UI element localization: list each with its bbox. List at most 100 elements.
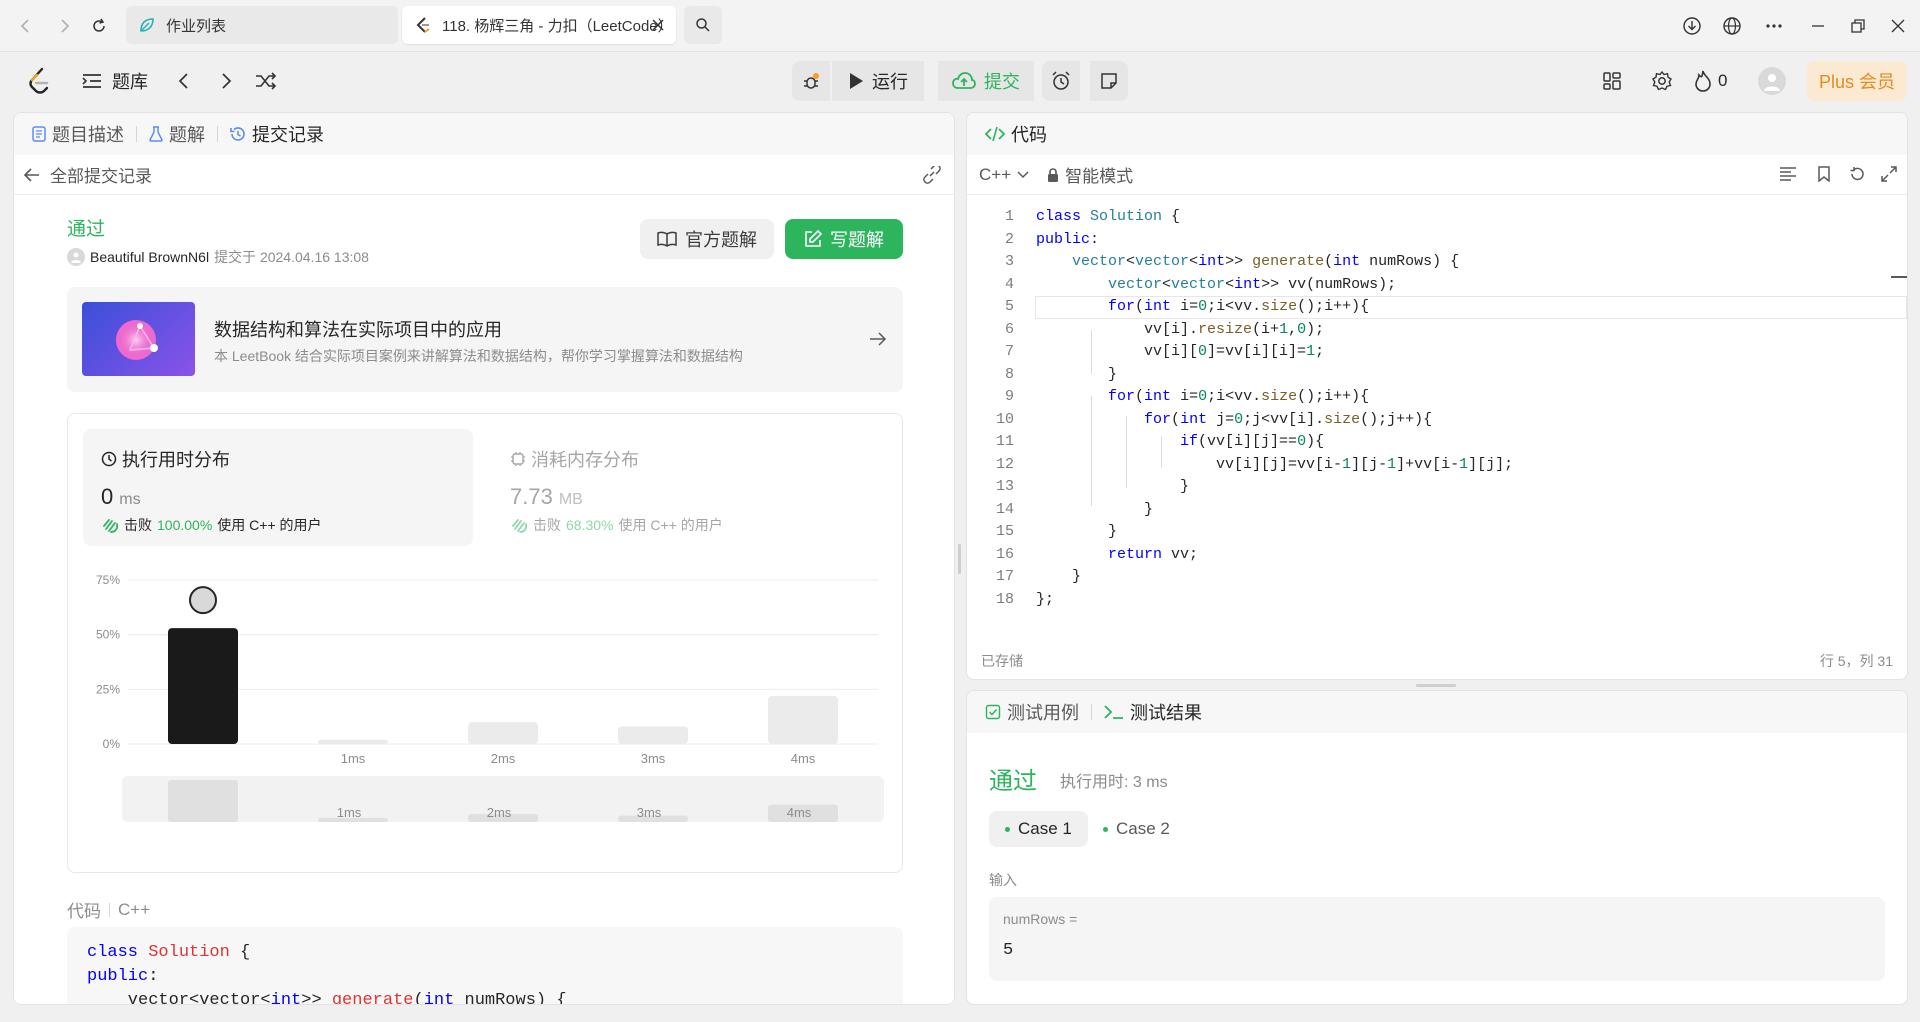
avatar[interactable] bbox=[1758, 67, 1786, 95]
next-problem-icon[interactable] bbox=[214, 65, 238, 97]
button-label: 写题解 bbox=[830, 230, 884, 250]
line-number: 6 bbox=[1004, 320, 1014, 338]
settings-gear-icon[interactable] bbox=[1648, 65, 1676, 97]
note-button[interactable] bbox=[1090, 61, 1128, 101]
code-line[interactable]: 12 vv[i][j]=vv[i-1][j-1]+vv[i-1][j]; bbox=[967, 454, 1907, 477]
code-line[interactable]: 13 } bbox=[967, 476, 1907, 499]
input-label: 输入 bbox=[989, 872, 1017, 888]
reset-icon[interactable] bbox=[1849, 166, 1865, 182]
browser-tab-homework[interactable]: 作业列表 bbox=[126, 6, 398, 44]
leetcode-logo-icon[interactable] bbox=[26, 65, 54, 97]
brush-tick-label: 2ms bbox=[487, 805, 512, 820]
code-line[interactable]: 4 vector<vector<int>> vv(numRows); bbox=[967, 274, 1907, 297]
arrow-right-icon bbox=[869, 331, 887, 347]
all-submissions-link[interactable]: 全部提交记录 bbox=[50, 162, 152, 187]
fullscreen-icon[interactable] bbox=[1881, 166, 1897, 182]
browser-tab-leetcode[interactable]: 118. 杨辉三角 - 力扣（LeetCode） bbox=[402, 6, 676, 44]
code-editor[interactable]: 1 class Solution {2 public: 3 vector<vector… bbox=[967, 206, 1907, 608]
code-line[interactable]: 8 } bbox=[967, 364, 1907, 387]
tab-result[interactable]: 测试结果 bbox=[1096, 699, 1210, 725]
shuffle-icon[interactable] bbox=[253, 65, 279, 97]
brush-bar bbox=[168, 780, 238, 822]
runtime-distribution-chart[interactable]: 75% 50% 25% 0% 1ms 2ms 3ms 4ms 1ms 2ms 3ms 4ms bbox=[68, 554, 902, 872]
leetbook-promo-card[interactable]: 数据结构和算法在实际项目中的应用 本 LeetBook 结合实际项目案例来讲解算… bbox=[67, 287, 903, 392]
code-line[interactable]: 11 if(vv[i][j]==0){ bbox=[967, 431, 1907, 454]
run-button[interactable]: 运行 bbox=[832, 61, 924, 101]
case-tab-1[interactable]: Case 1 bbox=[989, 811, 1088, 847]
tab-submissions[interactable]: 提交记录 bbox=[222, 121, 332, 147]
code-line[interactable]: 9 for(int i=0;i<vv.size();i++){ bbox=[967, 386, 1907, 409]
official-solution-button[interactable]: 官方题解 bbox=[640, 219, 774, 259]
arrow-left-icon[interactable] bbox=[24, 167, 40, 182]
username[interactable]: Beautiful BrownN6l bbox=[90, 249, 209, 265]
runtime-card[interactable]: 执行用时分布 0 ms 击败 100.00% 使用 C++ 的用户 bbox=[83, 429, 473, 546]
code-line[interactable]: 5 for(int i=0;i<vv.size();i++){ bbox=[967, 296, 1907, 319]
leetcode-logo-icon bbox=[414, 16, 432, 34]
code-line[interactable]: 15 } bbox=[967, 521, 1907, 544]
link-icon[interactable] bbox=[922, 166, 942, 184]
plus-membership-button[interactable]: Plus 会员 bbox=[1807, 61, 1907, 101]
problem-list-button[interactable]: 题库 bbox=[82, 65, 148, 97]
bookmark-icon[interactable] bbox=[1817, 166, 1831, 182]
close-window-icon[interactable] bbox=[1886, 14, 1910, 38]
panel-resize-handle-vertical[interactable] bbox=[958, 544, 961, 574]
back-icon[interactable] bbox=[14, 14, 38, 38]
tab-testcase[interactable]: 测试用例 bbox=[977, 699, 1087, 725]
line-content: for(int i=0;i<vv.size();i++){ bbox=[1108, 388, 1370, 405]
debug-button[interactable] bbox=[792, 61, 830, 101]
streak-counter[interactable]: 0 bbox=[1694, 65, 1727, 97]
prev-problem-icon[interactable] bbox=[172, 65, 196, 97]
param-name: numRows = bbox=[1003, 911, 1078, 927]
tab-description[interactable]: 题目描述 bbox=[24, 121, 132, 147]
more-icon[interactable] bbox=[1762, 14, 1786, 38]
document-icon bbox=[32, 126, 46, 142]
format-icon[interactable] bbox=[1779, 166, 1797, 182]
line-content: for(int i=0;i<vv.size();i++){ bbox=[1108, 298, 1370, 315]
x-tick-label: 1ms bbox=[341, 751, 366, 766]
case-label: Case 2 bbox=[1116, 819, 1170, 838]
layout-icon[interactable] bbox=[1598, 65, 1626, 97]
smart-mode-toggle[interactable]: 智能模式 bbox=[1047, 162, 1133, 187]
language-select[interactable]: C++ bbox=[979, 165, 1029, 185]
timer-button[interactable] bbox=[1042, 61, 1080, 101]
list-icon bbox=[82, 72, 102, 90]
tab-search-button[interactable] bbox=[684, 6, 722, 44]
download-icon[interactable] bbox=[1680, 14, 1704, 38]
memory-title: 消耗内存分布 bbox=[531, 450, 639, 470]
refresh-icon[interactable] bbox=[87, 14, 111, 38]
code-line[interactable]: 14 } bbox=[967, 499, 1907, 522]
restore-icon[interactable] bbox=[1846, 14, 1870, 38]
tab-solutions[interactable]: 题解 bbox=[141, 121, 213, 147]
code-line[interactable]: 3 vector<vector<int>> generate(int numRo… bbox=[967, 251, 1907, 274]
runtime-unit: ms bbox=[119, 491, 141, 508]
left-panel-tabs: 题目描述 题解 提交记录 bbox=[14, 113, 954, 155]
chart-bar bbox=[318, 739, 388, 744]
brush-tick-label: 4ms bbox=[787, 805, 812, 820]
submit-button[interactable]: 提交 bbox=[938, 61, 1034, 101]
memory-unit: MB bbox=[558, 491, 583, 508]
code-line[interactable]: 2 public: bbox=[967, 229, 1907, 252]
code-line[interactable]: 10 for(int j=0;j<vv[i].size();j++){ bbox=[967, 409, 1907, 432]
checkbox-icon bbox=[985, 704, 1001, 720]
close-tab-icon[interactable] bbox=[650, 17, 666, 33]
code-line[interactable]: 18}; bbox=[967, 589, 1907, 612]
forward-icon[interactable] bbox=[52, 14, 76, 38]
user-avatar-marker bbox=[189, 586, 217, 615]
memory-card[interactable]: 消耗内存分布 7.73 MB 击败 68.30% 使用 C++ 的用户 bbox=[492, 429, 882, 546]
panel-resize-handle[interactable] bbox=[1416, 684, 1456, 687]
code-line[interactable]: 16 return vv; bbox=[967, 544, 1907, 567]
minimize-icon[interactable] bbox=[1806, 14, 1830, 38]
tab-code[interactable]: 代码 bbox=[977, 121, 1055, 147]
lock-icon bbox=[1047, 167, 1059, 182]
write-solution-button[interactable]: 写题解 bbox=[785, 219, 903, 259]
globe-icon[interactable] bbox=[1720, 14, 1744, 38]
code-line[interactable]: 7 vv[i][0]=vv[i][i]=1; bbox=[967, 341, 1907, 364]
divider bbox=[217, 126, 218, 142]
code-line[interactable]: 6 vv[i].resize(i+1,0); bbox=[967, 319, 1907, 342]
case-tab-2[interactable]: Case 2 bbox=[1087, 811, 1186, 847]
code-line[interactable]: 17 } bbox=[967, 566, 1907, 589]
code-line[interactable]: 1 class Solution { bbox=[967, 206, 1907, 229]
submit-time: 提交于 2024.04.16 13:08 bbox=[214, 249, 369, 265]
line-content: if(vv[i][j]==0){ bbox=[1180, 433, 1325, 450]
clap-icon bbox=[101, 516, 119, 534]
